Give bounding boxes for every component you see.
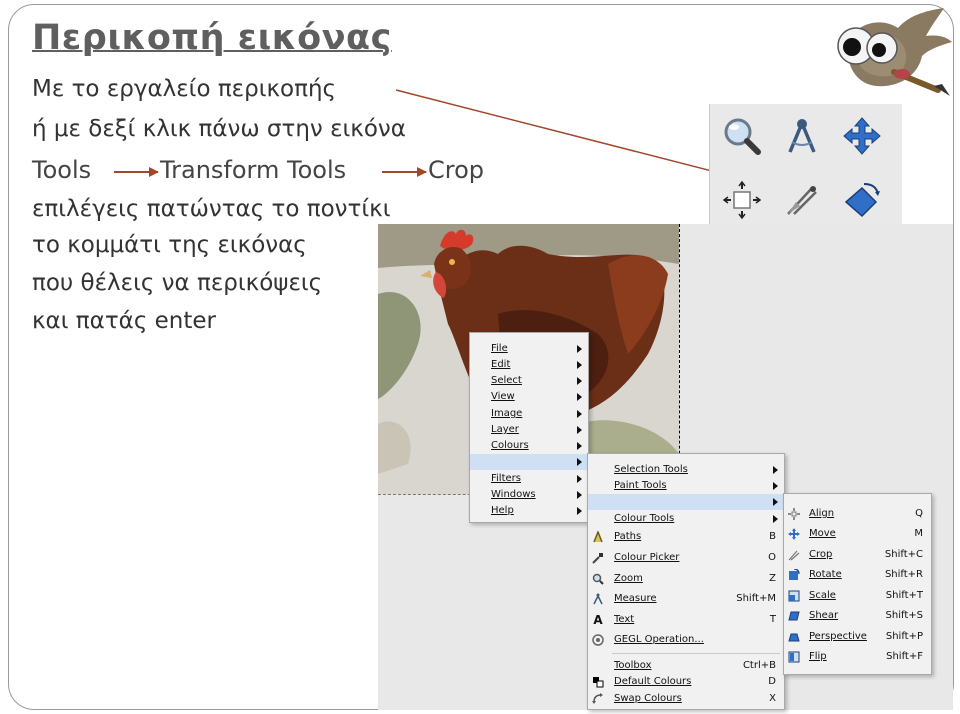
menu-item-rotate[interactable]: Rotate Shift+R [784,567,931,583]
move-tool-icon[interactable] [838,112,886,160]
menu-item-measure[interactable]: Measure Shift+M [588,591,784,607]
menu-item-move[interactable]: Move M [784,526,931,542]
toolbox-panel [709,104,902,224]
measure-icon [592,593,604,605]
menu-item-windows[interactable]: Windows [470,487,588,503]
menu-item-text[interactable]: A Text T [588,612,784,628]
crop-tool-icon[interactable] [778,176,826,224]
submenu-arrow-icon [577,426,582,434]
menu-item-help[interactable]: Help [470,503,588,519]
submenu-arrow-icon [577,475,582,483]
menu-item-colours[interactable]: Colours [470,438,588,454]
transform-tools-submenu: Align Q Move M Crop Shift+C Rotate Shift+R S… [783,493,932,675]
menu-item-select[interactable]: Select [470,373,588,389]
zoom-tool-icon[interactable] [718,112,766,160]
zoom-icon [592,573,604,585]
gimp-logo [837,8,952,96]
menu-item-flip[interactable]: Flip Shift+F [784,649,931,665]
menu-item-shear[interactable]: Shear Shift+S [784,608,931,624]
menu-separator [612,653,780,654]
submenu-arrow-icon [773,466,778,474]
text-icon: A [593,613,603,627]
menu-item-view[interactable]: View [470,389,588,405]
submenu-arrow-icon [577,491,582,499]
context-menu: File Edit Select View Image Layer Colour… [469,332,589,523]
menu-item-paths[interactable]: Paths B [588,529,784,545]
submenu-arrow-icon [773,498,778,506]
submenu-arrow-icon [577,507,582,515]
perspective-icon [788,631,800,643]
menu-item-colour-picker[interactable]: Colour Picker O [588,550,784,566]
tools-submenu: Selection Tools Paint Tools Transform To… [587,453,785,710]
menu-item-gegl-operation[interactable]: GEGL Operation... [588,632,784,648]
menu-item-transform-tools[interactable]: Transform Tools [588,494,784,510]
scale-icon [788,590,800,602]
menu-item-default-colours[interactable]: Default Colours D [588,674,784,690]
flip-icon [788,651,800,663]
menu-item-image[interactable]: Image [470,406,588,422]
gegl-icon [592,634,604,646]
menu-item-swap-colours[interactable]: Swap Colours X [588,691,784,707]
submenu-arrow-icon [577,410,582,418]
menu-item-colour-tools[interactable]: Colour Tools [588,511,784,527]
menu-item-paint-tools[interactable]: Paint Tools [588,478,784,494]
menu-item-perspective[interactable]: Perspective Shift+P [784,629,931,645]
crop-icon [788,549,800,561]
menu-item-zoom[interactable]: Zoom Z [588,571,784,587]
submenu-arrow-icon [773,515,778,523]
menu-item-layer[interactable]: Layer [470,422,588,438]
menu-item-crop[interactable]: Crop Shift+C [784,547,931,563]
menu-item-scale[interactable]: Scale Shift+T [784,588,931,604]
colour-picker-icon [592,552,604,564]
submenu-arrow-icon [577,442,582,450]
rotate-icon [788,569,800,581]
align-icon [788,508,800,520]
submenu-arrow-icon [577,458,582,466]
submenu-arrow-icon [577,393,582,401]
submenu-arrow-icon [577,377,582,385]
menu-item-filters[interactable]: Filters [470,471,588,487]
measure-tool-icon[interactable] [778,112,826,160]
menu-item-edit[interactable]: Edit [470,357,588,373]
swap-colours-icon [592,693,604,705]
rotate-tool-icon[interactable] [838,176,886,224]
submenu-arrow-icon [577,345,582,353]
paths-icon [592,531,604,543]
default-colours-icon [592,676,604,688]
submenu-arrow-icon [773,482,778,490]
shear-icon [788,610,800,622]
align-tool-icon[interactable] [718,176,766,224]
menu-item-align[interactable]: Align Q [784,506,931,522]
submenu-arrow-icon [577,361,582,369]
move-icon [788,528,800,540]
menu-item-selection-tools[interactable]: Selection Tools [588,462,784,478]
menu-item-file[interactable]: File [470,341,588,357]
menu-item-tools[interactable]: Tools [470,454,588,470]
menu-item-toolbox[interactable]: Toolbox Ctrl+B [588,658,784,674]
